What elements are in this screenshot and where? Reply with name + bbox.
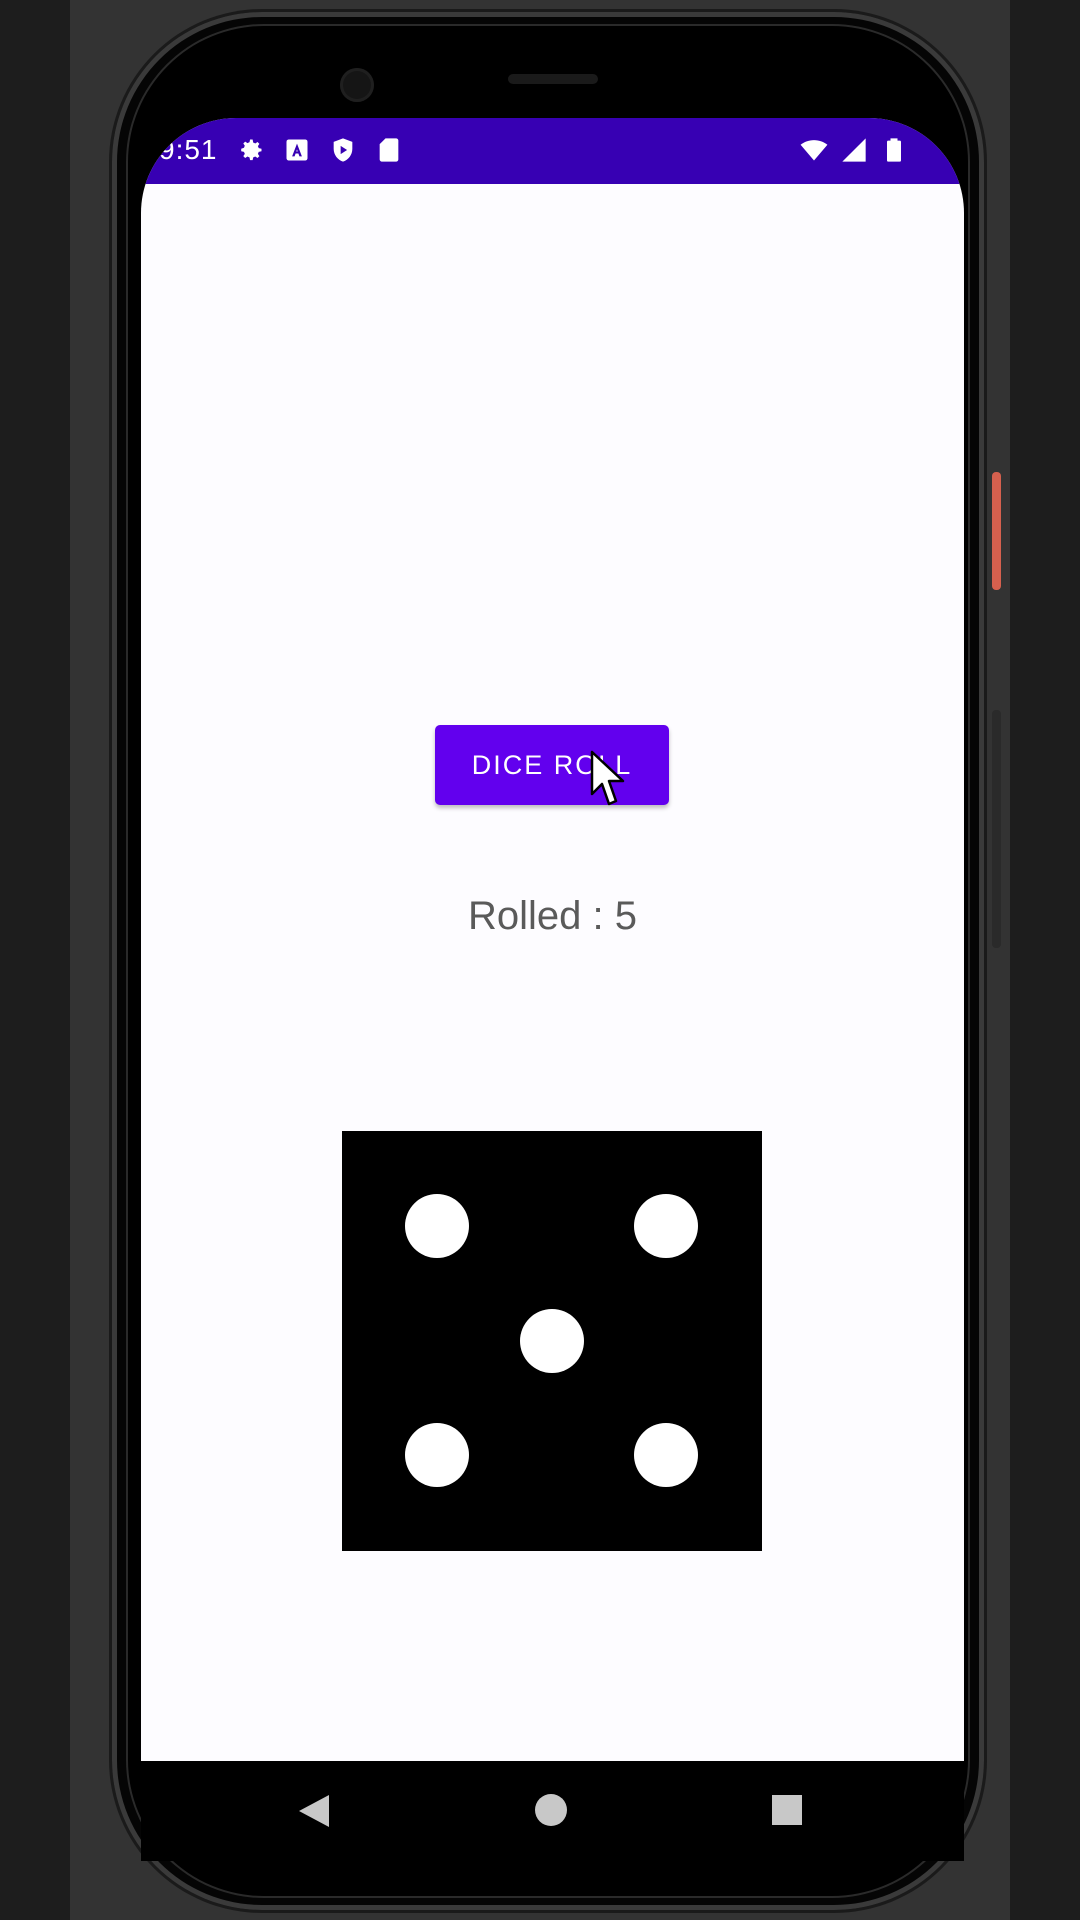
back-icon[interactable]: [295, 1791, 335, 1831]
background-left: [0, 0, 70, 1920]
dice-pip: [520, 1309, 584, 1373]
navigation-bar: [141, 1761, 964, 1861]
phone-screen: 9:51 DICE ROLL Rolled: 5: [141, 118, 964, 1761]
gear-icon: [241, 139, 262, 161]
mouse-cursor-icon: [590, 750, 625, 806]
dice-roll-button[interactable]: DICE ROLL: [435, 725, 669, 805]
signal-icon: [842, 138, 866, 162]
app-content: DICE ROLL Rolled : 5: [141, 184, 964, 1761]
dice-face-image: [342, 1131, 762, 1551]
dice-pip: [405, 1194, 469, 1258]
home-icon[interactable]: [535, 1794, 567, 1826]
dice-pip: [634, 1194, 698, 1258]
background-right: [1010, 0, 1080, 1920]
sd-card-icon: [379, 138, 399, 162]
status-time: 9:51: [159, 134, 218, 165]
status-bar: 9:51: [141, 118, 964, 184]
front-camera: [340, 68, 374, 102]
status-icons-left: [237, 136, 403, 164]
dice-pip: [634, 1423, 698, 1487]
recents-icon[interactable]: [772, 1795, 802, 1825]
dice-pip: [405, 1423, 469, 1487]
roll-result-text: Rolled : 5: [468, 894, 637, 938]
power-button[interactable]: [992, 472, 1001, 590]
shield-icon: [333, 138, 353, 162]
volume-button[interactable]: [992, 710, 1001, 948]
wifi-icon: [800, 140, 828, 161]
a-icon: [286, 139, 308, 161]
earpiece-speaker: [508, 74, 598, 84]
battery-icon: [887, 138, 901, 162]
status-icons-right: [800, 136, 908, 164]
